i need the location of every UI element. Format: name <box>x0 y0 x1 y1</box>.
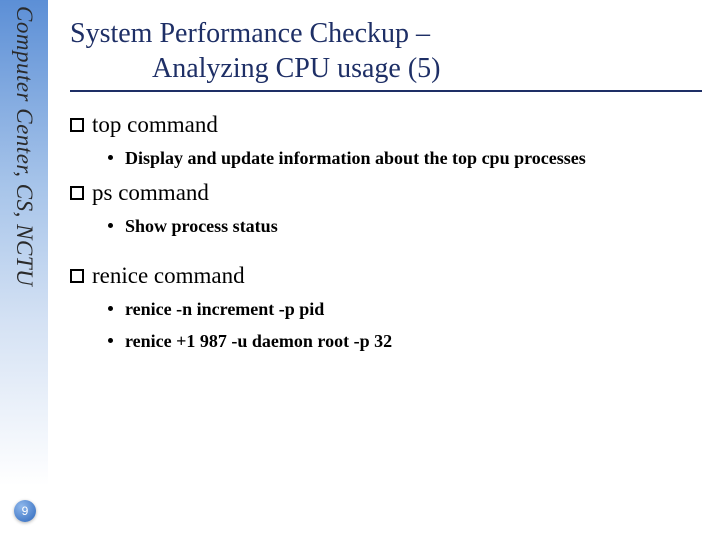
dot-bullet-icon <box>108 155 113 160</box>
sidebar: Computer Center, CS, NCTU <box>0 0 48 540</box>
list-item: renice +1 987 -u daemon root -p 32 <box>108 329 702 353</box>
square-bullet-icon <box>70 269 84 283</box>
section-heading-text: renice command <box>92 263 245 289</box>
section-heading: top command <box>70 112 702 138</box>
list-item-text: renice +1 987 -u daemon root -p 32 <box>125 329 392 353</box>
title-line-1: System Performance Checkup – <box>70 16 702 51</box>
section-heading-text: top command <box>92 112 218 138</box>
dot-bullet-icon <box>108 306 113 311</box>
list-item: Show process status <box>108 214 702 238</box>
list-item-text: renice -n increment -p pid <box>125 297 324 321</box>
section-heading: ps command <box>70 180 702 206</box>
dot-bullet-icon <box>108 338 113 343</box>
title-block: System Performance Checkup – Analyzing C… <box>70 16 702 92</box>
content-area: System Performance Checkup – Analyzing C… <box>70 16 702 353</box>
section-heading: renice command <box>70 263 702 289</box>
page-number-badge: 9 <box>14 500 36 522</box>
list-item-text: Show process status <box>125 214 278 238</box>
title-rule <box>70 90 702 92</box>
dot-bullet-icon <box>108 223 113 228</box>
title-line-2: Analyzing CPU usage (5) <box>70 51 702 86</box>
list-item: renice -n increment -p pid <box>108 297 702 321</box>
square-bullet-icon <box>70 186 84 200</box>
list-item: Display and update information about the… <box>108 146 702 170</box>
body: top command Display and update informati… <box>70 112 702 353</box>
sidebar-label: Computer Center, CS, NCTU <box>11 6 37 286</box>
section-heading-text: ps command <box>92 180 209 206</box>
slide: Computer Center, CS, NCTU 9 System Perfo… <box>0 0 720 540</box>
list-item-text: Display and update information about the… <box>125 146 586 170</box>
square-bullet-icon <box>70 118 84 132</box>
